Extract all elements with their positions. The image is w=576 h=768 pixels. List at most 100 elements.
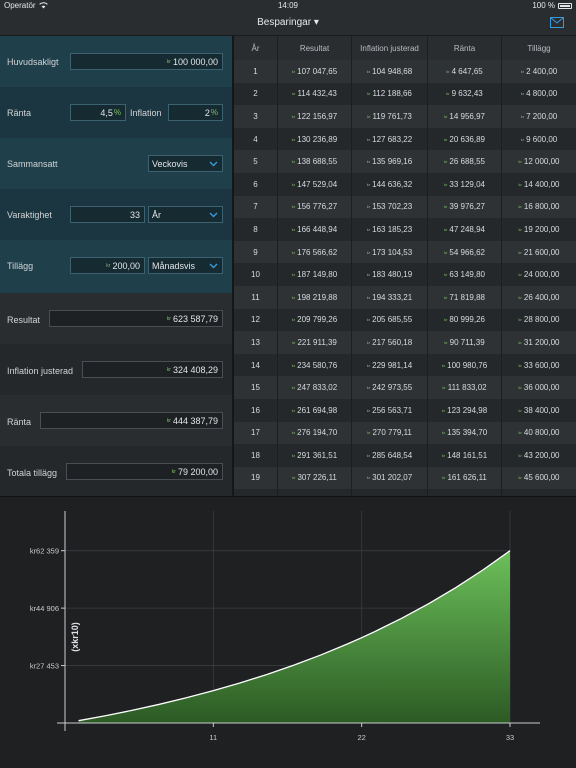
currency-mark: kr xyxy=(291,68,296,74)
cell-inflation-adjusted: kr 119 761,73 xyxy=(352,105,428,128)
currency-mark: kr xyxy=(520,136,525,142)
envelope-icon[interactable] xyxy=(550,17,564,28)
cell-year: 14 xyxy=(234,353,278,377)
cell-value: 33 600,00 xyxy=(523,360,560,370)
cell-value: 4 800,00 xyxy=(526,89,558,99)
cell-value: 26 688,55 xyxy=(449,157,485,167)
rate-input[interactable]: 4,5% xyxy=(70,104,126,121)
currency-mark: kr xyxy=(291,430,296,436)
status-bar: Operatör 14:09 100 % xyxy=(0,0,576,11)
cell-value: 90 711,39 xyxy=(449,337,485,347)
duration-unit-select[interactable]: År xyxy=(148,206,223,223)
currency-mark: kr xyxy=(442,385,446,391)
addition-frequency-select[interactable]: Månadsvis xyxy=(148,257,223,274)
currency-mark: kr xyxy=(292,339,296,345)
duration-input[interactable]: 33 xyxy=(70,206,145,223)
compound-select[interactable]: Veckovis xyxy=(148,155,223,172)
cell-value: 163 185,23 xyxy=(372,224,413,234)
currency-mark: kr xyxy=(518,430,522,436)
cell-value: 156 776,27 xyxy=(297,202,338,212)
currency-mark: kr xyxy=(518,385,522,391)
page-title-dropdown[interactable]: Besparingar ▾ xyxy=(0,17,576,28)
cell-interest: kr 9 632,43 xyxy=(428,82,502,106)
cell-inflation-adjusted: kr 256 563,71 xyxy=(352,398,428,422)
table-row: 9 kr 176 566,62 kr 173 104,53 kr 54 966,62 kr 21… xyxy=(234,240,576,264)
cell-value: 166 448,94 xyxy=(297,224,338,234)
cell-value: 291 361,51 xyxy=(297,450,338,460)
cell-year: 16 xyxy=(234,398,278,422)
cell-value: 4 xyxy=(253,134,258,144)
currency-mark: kr xyxy=(366,385,371,391)
cell-result: kr 130 236,89 xyxy=(278,127,352,151)
currency-mark: kr xyxy=(367,430,371,436)
inflation-input[interactable]: 2% xyxy=(168,104,223,121)
currency-mark: kr xyxy=(366,362,371,368)
table-row: 8 kr 166 448,94 kr 163 185,23 kr 47 248,94 kr 19… xyxy=(234,218,576,241)
cell-year: 13 xyxy=(234,331,278,354)
currency-mark: kr xyxy=(291,159,296,165)
cell-result: kr 198 219,88 xyxy=(278,285,352,309)
principal-label: Huvudsakligt xyxy=(7,57,59,67)
cell-addition: kr 19 200,00 xyxy=(502,218,576,241)
cell-value: 104 948,68 xyxy=(372,66,413,76)
y-tick-label: kr62 359 xyxy=(30,547,59,556)
table-header: År Resultat Inflation justerad Ränta Til… xyxy=(234,36,576,60)
cell-value: 31 200,00 xyxy=(523,337,560,347)
cell-year: 4 xyxy=(234,127,278,151)
cell-value: 12 xyxy=(251,315,260,325)
results-table[interactable]: År Resultat Inflation justerad Ränta Til… xyxy=(234,36,576,496)
cell-value: 16 xyxy=(251,405,260,415)
x-tick-label: 11 xyxy=(209,733,217,742)
currency-mark: kr xyxy=(444,136,448,142)
cell-addition: kr 31 200,00 xyxy=(502,331,576,354)
cell-value: 17 xyxy=(251,428,260,438)
cell-value: 38 400,00 xyxy=(523,405,560,415)
addition-input[interactable]: kr 200,00 xyxy=(70,257,145,274)
cell-value: 209 799,26 xyxy=(297,315,338,325)
table-row: 18 kr 291 361,51 kr 285 648,54 kr 148 161,51 kr… xyxy=(234,444,576,467)
cell-year: 1 xyxy=(234,60,278,83)
cell-value: 100 980,76 xyxy=(447,360,488,370)
cell-interest: kr 71 819,88 xyxy=(428,285,502,309)
cell-year: 20 xyxy=(234,489,278,496)
cell-value: 9 632,43 xyxy=(451,89,483,99)
cell-addition: kr 7 200,00 xyxy=(502,105,576,128)
currency-mark: kr xyxy=(444,272,448,278)
rate-row: Ränta 4,5% Inflation 2% xyxy=(0,87,232,138)
cell-inflation-adjusted: kr 183 480,19 xyxy=(352,263,428,286)
cell-addition: kr 9 600,00 xyxy=(502,128,576,151)
cell-value: 187 149,80 xyxy=(297,270,338,280)
input-panel: Huvudsakligt kr 100 000,00 Ränta 4,5% Inf… xyxy=(0,36,232,496)
cell-value: 43 200,00 xyxy=(523,450,560,460)
cell-value: 26 400,00 xyxy=(523,292,560,302)
currency-mark: kr xyxy=(444,181,448,187)
cell-value: 14 400,00 xyxy=(523,179,560,189)
currency-mark: kr xyxy=(366,339,371,345)
cell-value: 285 648,54 xyxy=(372,450,413,460)
currency-mark: kr xyxy=(291,272,296,278)
cell-interest: kr 161 626,11 xyxy=(428,466,502,490)
cell-year: 7 xyxy=(234,195,278,219)
currency-mark: kr xyxy=(366,272,371,278)
currency-mark: kr xyxy=(444,249,448,255)
currency-mark: kr xyxy=(520,113,525,119)
cell-value: 122 156,97 xyxy=(297,111,338,121)
currency-mark: kr xyxy=(366,159,371,165)
cell-value: 183 480,19 xyxy=(372,270,413,280)
table-row: 10 kr 187 149,80 kr 183 480,19 kr 63 149,80 kr 2… xyxy=(234,263,576,286)
currency-mark: kr xyxy=(518,159,522,165)
cell-value: 7 xyxy=(253,202,258,212)
inflation-adjusted-value: kr 324 408,29 xyxy=(82,361,223,378)
table-row: 16 kr 261 694,98 kr 256 563,71 kr 123 294,98 kr… xyxy=(234,398,576,422)
currency-mark: kr xyxy=(442,475,446,481)
currency-mark: kr xyxy=(444,113,448,119)
addition-label: Tillägg xyxy=(7,261,34,271)
y-tick-label: kr44 906 xyxy=(30,604,59,613)
currency-mark: kr xyxy=(291,294,296,300)
chart-canvas: kr27 453 kr44 906 kr62 359 11 22 33 (xkr10) xyxy=(30,511,540,742)
principal-input[interactable]: kr 100 000,00 xyxy=(70,53,223,70)
battery-label: 100 % xyxy=(532,1,555,10)
cell-inflation-adjusted: kr 163 185,23 xyxy=(352,218,428,241)
cell-value: 80 999,26 xyxy=(449,315,485,325)
cell-result: kr 176 566,62 xyxy=(278,240,352,264)
